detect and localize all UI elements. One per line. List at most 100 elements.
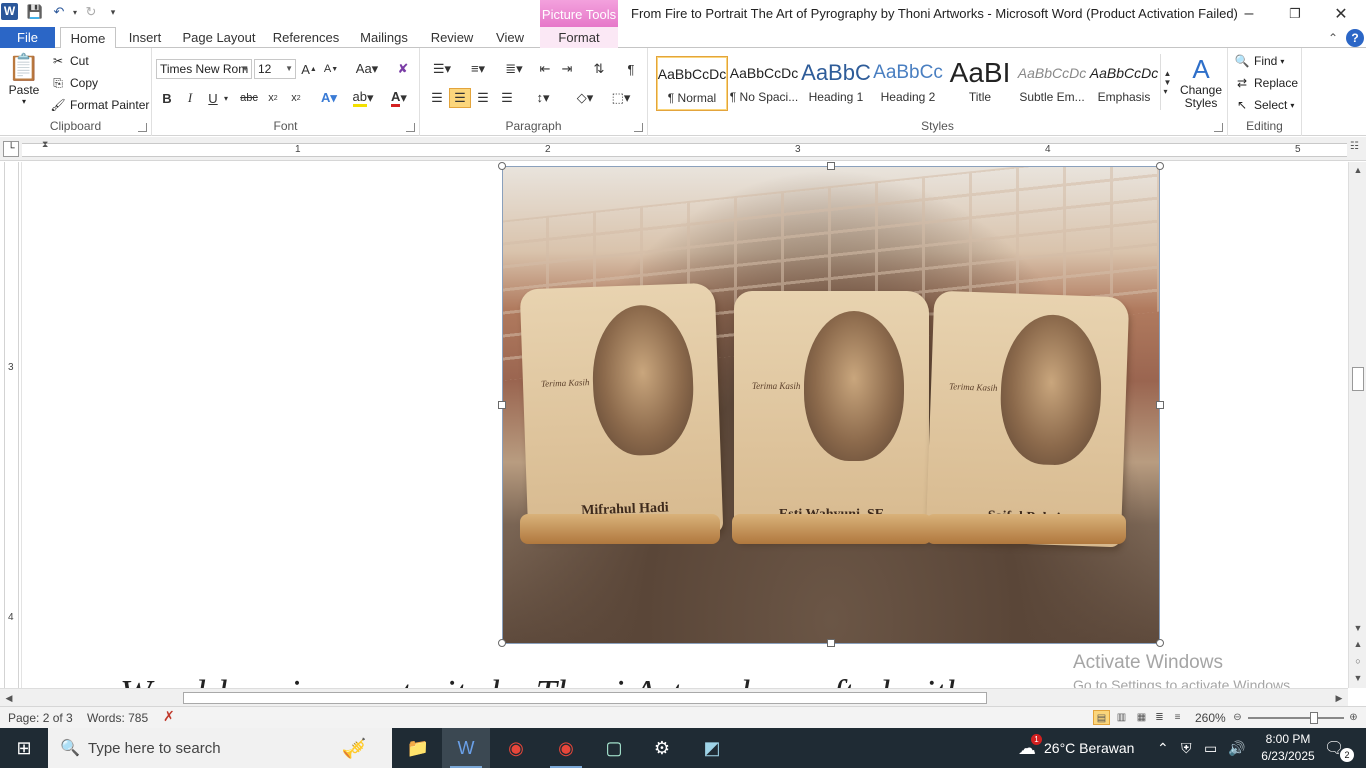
change-case-button[interactable]: Aa▾: [352, 59, 382, 79]
scroll-right-icon[interactable]: ▶: [1333, 691, 1345, 705]
font-size-combo[interactable]: 12 ▼: [254, 59, 296, 79]
sort-button[interactable]: ⇅: [588, 59, 610, 79]
resize-handle-bottom[interactable]: [827, 639, 835, 647]
resize-handle-bottom-right[interactable]: [1156, 639, 1164, 647]
styles-gallery-scroll[interactable]: ▲ ▼ ▾: [1160, 54, 1174, 110]
multilevel-list-button[interactable]: ≣▾: [498, 59, 530, 79]
minimize-button[interactable]: –: [1226, 0, 1272, 27]
taskbar-search-box[interactable]: 🔍 Type here to search 🎺: [48, 728, 392, 768]
align-left-button[interactable]: ☰: [426, 88, 448, 108]
zoom-in-icon[interactable]: ⊕: [1345, 710, 1362, 725]
horizontal-scrollbar[interactable]: ◀ ▶: [0, 688, 1348, 706]
tab-references[interactable]: References: [268, 27, 344, 49]
notifications-icon[interactable]: 🗨: [1324, 728, 1344, 768]
grow-font-button[interactable]: A ▲: [298, 59, 320, 79]
start-button[interactable]: ⊞: [0, 728, 48, 768]
draft-view-icon[interactable]: ≡: [1169, 710, 1186, 725]
clock[interactable]: 8:00 PM 6/23/2025: [1258, 731, 1318, 765]
select-browse-object-icon[interactable]: ○: [1351, 655, 1365, 667]
bold-button[interactable]: B: [156, 88, 178, 108]
justify-button[interactable]: ☰: [496, 88, 518, 108]
resize-handle-top-right[interactable]: [1156, 162, 1164, 170]
word-app-icon[interactable]: W: [442, 728, 490, 768]
tab-selector-button[interactable]: └: [3, 141, 19, 157]
decrease-indent-button[interactable]: ⇤: [534, 59, 556, 79]
replace-button[interactable]: ⇄ Replace: [1234, 75, 1298, 91]
style-title[interactable]: AaBI Title: [944, 56, 1016, 111]
zoom-level[interactable]: 260%: [1195, 711, 1226, 725]
document-area[interactable]: Terima Kasih Mifrahul Hadi Terima Kasih …: [20, 162, 1348, 688]
vertical-scrollbar[interactable]: ▲ ▼ ▲ ○ ▼: [1348, 162, 1366, 688]
word-count[interactable]: Words: 785: [87, 711, 148, 725]
style-heading-1[interactable]: AaBbC Heading 1: [800, 56, 872, 111]
resize-handle-bottom-left[interactable]: [498, 639, 506, 647]
settings-icon[interactable]: ⚙: [638, 728, 686, 768]
weather-widget[interactable]: ☁ 1 26°C Berawan: [1018, 728, 1134, 768]
proofing-error-icon[interactable]: ✗: [163, 708, 175, 725]
restore-button[interactable]: ❐: [1272, 0, 1318, 27]
show-formatting-marks-button[interactable]: ¶: [620, 59, 642, 79]
borders-button[interactable]: ⬚▾: [606, 88, 636, 108]
bullets-button[interactable]: ☰▾: [426, 59, 458, 79]
notepad-app-icon[interactable]: ▢: [590, 728, 638, 768]
zoom-out-icon[interactable]: ⊖: [1229, 710, 1246, 725]
line-spacing-button[interactable]: ↕▾: [528, 88, 558, 108]
horizontal-ruler[interactable]: ⧗ 1 2 3 4 5: [22, 139, 1347, 157]
scroll-left-icon[interactable]: ◀: [3, 691, 15, 705]
outline-view-icon[interactable]: ≣: [1151, 710, 1168, 725]
tab-page-layout[interactable]: Page Layout: [180, 27, 258, 49]
inserted-picture[interactable]: Terima Kasih Mifrahul Hadi Terima Kasih …: [502, 166, 1160, 644]
style-no-spacing[interactable]: AaBbCcDc ¶ No Spaci...: [728, 56, 800, 111]
font-name-combo[interactable]: Times New Rom ▼: [156, 59, 252, 79]
align-center-button[interactable]: ☰: [449, 88, 471, 108]
redo-icon[interactable]: ↻: [82, 3, 100, 21]
highlight-color-button[interactable]: ab ▾: [348, 88, 378, 108]
clipboard-launcher-icon[interactable]: [138, 123, 147, 132]
volume-icon[interactable]: 🔊: [1228, 728, 1245, 768]
select-button[interactable]: ↖ Select ▾: [1234, 97, 1294, 113]
previous-page-icon[interactable]: ▲: [1351, 638, 1365, 650]
network-icon[interactable]: ▭: [1204, 728, 1217, 768]
change-styles-button[interactable]: A Change Styles: [1178, 54, 1224, 110]
close-button[interactable]: ✕: [1318, 0, 1364, 27]
style-normal[interactable]: AaBbCcDc ¶ Normal: [656, 56, 728, 111]
security-icon[interactable]: ⛨: [1181, 728, 1192, 768]
subscript-button[interactable]: x2: [262, 88, 284, 108]
superscript-button[interactable]: x2: [285, 88, 307, 108]
tab-mailings[interactable]: Mailings: [352, 27, 416, 49]
resize-handle-left[interactable]: [498, 401, 506, 409]
numbering-button[interactable]: ≡▾: [462, 59, 494, 79]
strikethrough-button[interactable]: abc: [238, 88, 260, 108]
minimize-ribbon-icon[interactable]: ⌃: [1324, 29, 1342, 47]
body-text-line[interactable]: Wood-burning portraits by Thoni Artworks…: [120, 672, 965, 688]
help-icon[interactable]: ?: [1346, 29, 1364, 47]
vertical-scroll-thumb[interactable]: [1352, 367, 1364, 391]
tab-format[interactable]: Format: [540, 27, 618, 49]
scroll-down-icon[interactable]: ▼: [1351, 622, 1365, 634]
vertical-ruler[interactable]: 3 4: [4, 162, 19, 688]
increase-indent-button[interactable]: ⇥: [556, 59, 578, 79]
paragraph-launcher-icon[interactable]: [634, 123, 643, 132]
cut-button[interactable]: ✂ Cut: [50, 53, 89, 69]
web-layout-view-icon[interactable]: ▦: [1133, 710, 1150, 725]
style-heading-2[interactable]: AaBbCc Heading 2: [872, 56, 944, 111]
shrink-font-button[interactable]: A ▼: [320, 59, 342, 79]
styles-launcher-icon[interactable]: [1214, 123, 1223, 132]
underline-dropdown-icon[interactable]: ▾: [220, 88, 232, 108]
clear-formatting-button[interactable]: ✘: [392, 59, 414, 79]
resize-handle-top-left[interactable]: [498, 162, 506, 170]
file-explorer-icon[interactable]: 📁: [394, 728, 442, 768]
tab-home[interactable]: Home: [60, 27, 116, 49]
indent-marker-icon[interactable]: ⧗: [42, 139, 48, 150]
save-icon[interactable]: 💾: [26, 3, 44, 21]
chrome-profile-icon[interactable]: ◉: [542, 728, 590, 768]
next-page-icon[interactable]: ▼: [1351, 672, 1365, 684]
tab-insert[interactable]: Insert: [121, 27, 169, 49]
resize-handle-right[interactable]: [1156, 401, 1164, 409]
shading-button[interactable]: ◇▾: [570, 88, 600, 108]
zoom-slider-thumb[interactable]: [1310, 712, 1318, 724]
app-icon[interactable]: ◩: [688, 728, 736, 768]
tab-review[interactable]: Review: [425, 27, 479, 49]
paste-button[interactable]: 📋 Paste ▾: [4, 52, 44, 114]
tab-file[interactable]: File: [0, 27, 55, 48]
